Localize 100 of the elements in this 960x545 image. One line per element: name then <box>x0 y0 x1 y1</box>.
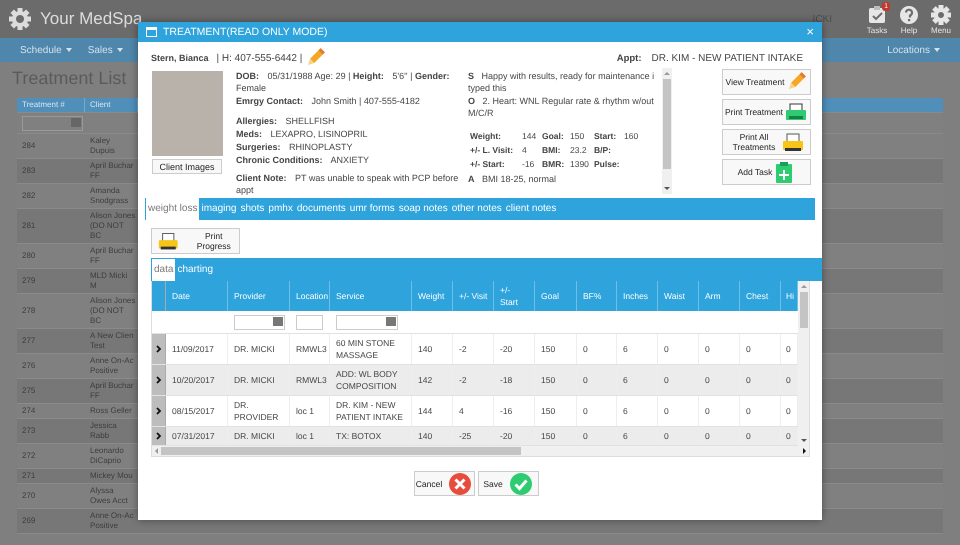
table-cell: 0 <box>699 427 740 445</box>
table-cell: 4 <box>453 396 494 426</box>
close-button[interactable]: × <box>806 25 814 39</box>
expand-button[interactable] <box>152 427 166 445</box>
tab[interactable]: documents <box>294 203 348 220</box>
clipboard-check-icon <box>866 4 888 26</box>
table-cell: loc 1 <box>290 427 330 445</box>
vital-value: -16 <box>522 159 536 171</box>
vital-value: 23.2 <box>570 145 588 157</box>
table-cell: 140 <box>412 427 453 445</box>
print-progress-button[interactable]: Print Progress <box>151 228 240 254</box>
column-header: +/- Start <box>494 281 535 311</box>
tab[interactable]: client notes <box>504 203 558 220</box>
table-cell: 0 <box>699 365 740 395</box>
expand-button[interactable] <box>152 365 166 395</box>
table-cell: 0 <box>658 334 699 364</box>
gear-icon <box>930 4 952 26</box>
table-cell: DR. MICKI <box>228 365 290 395</box>
table-cell: 142 <box>412 365 453 395</box>
vital-label: Weight: <box>470 131 502 143</box>
vital-value: 1390 <box>570 159 590 171</box>
tab[interactable]: pmhx <box>266 203 295 220</box>
filter-field[interactable] <box>336 314 398 330</box>
tab[interactable]: other notes <box>450 203 504 220</box>
table-cell-text: 272 <box>21 450 36 462</box>
table-cell-text: April Buchar FF <box>89 380 135 402</box>
table-cell: -25 <box>453 427 494 445</box>
table-cell-text: Alison Jones (DO NOT BC <box>89 210 136 242</box>
table-cell: 10/20/2017 <box>166 365 228 395</box>
table-cell: 60 MIN STONE MASSAGE <box>330 334 412 364</box>
vital-label: B/P: <box>594 145 612 157</box>
table-cell-text: 281 <box>21 220 36 232</box>
table-cell: DR. PROVIDER <box>228 396 290 426</box>
table-cell: 08/15/2017 <box>166 396 228 426</box>
action-button[interactable]: Add Task <box>722 159 811 185</box>
menu-button[interactable]: Menu <box>930 4 952 34</box>
filter-field[interactable] <box>234 314 285 330</box>
tab[interactable]: umr forms <box>348 203 397 220</box>
filter-field[interactable] <box>22 116 83 130</box>
vital-label: Pulse: <box>594 159 621 171</box>
printer-icon <box>781 132 805 152</box>
appt-value: DR. KIM - NEW PATIENT INTAKE <box>652 52 803 64</box>
action-button[interactable]: Print Treatment <box>722 99 811 125</box>
cancel-button[interactable]: Cancel <box>414 471 474 496</box>
chevron-right-icon <box>156 407 162 415</box>
table-cell: 0 <box>658 396 699 426</box>
tab[interactable]: weight loss <box>146 198 200 220</box>
vital-label: BMI: <box>542 145 562 157</box>
table-cell-text: 283 <box>21 165 36 177</box>
filter-field[interactable] <box>296 314 323 330</box>
column-header: +/- Visit <box>453 281 494 311</box>
tab[interactable]: soap notes <box>396 203 450 220</box>
table-cell: 0 <box>577 396 617 426</box>
patient-detail: Emrgy Contact: John Smith | 407-555-4182 <box>236 95 421 107</box>
vital-value: 144 <box>522 131 538 143</box>
expand-button[interactable] <box>152 334 166 364</box>
tab[interactable]: data <box>152 259 176 281</box>
table-cell-text: Mickey Mou <box>89 470 134 482</box>
scrollbar[interactable] <box>798 281 809 446</box>
app-name: Your MedSpa <box>40 9 142 29</box>
scrollbar[interactable] <box>152 446 809 456</box>
table-cell: 150 <box>535 396 577 426</box>
table-cell-text: 276 <box>21 360 36 372</box>
column-header: Service <box>330 281 412 311</box>
window-icon <box>146 27 157 37</box>
table-cell-text: 278 <box>21 305 36 317</box>
table-cell-text: 271 <box>21 470 36 482</box>
tab[interactable]: charting <box>175 264 216 281</box>
table-cell: 0 <box>658 427 699 445</box>
tab[interactable]: imaging <box>199 203 238 220</box>
table-cell: 0 <box>577 365 617 395</box>
table-cell-text: 277 <box>21 335 36 347</box>
table-cell: 0 <box>699 396 740 426</box>
tab[interactable]: shots <box>238 203 266 220</box>
expand-button[interactable] <box>152 396 166 426</box>
vital-label: +/- L. Visit: <box>470 145 514 157</box>
table-cell-text: Ross Geller <box>89 405 133 417</box>
locations-menu[interactable]: Locations <box>887 44 940 56</box>
soap-note: O 2. Heart: WNL Regular rate & rhythm w/out M/C/R <box>468 95 655 119</box>
patient-phone: | H: 407-555-6442 | <box>216 52 302 64</box>
table-cell: 0 <box>699 334 740 364</box>
table-cell-text: 269 <box>21 515 36 527</box>
medical-detail: Surgeries: RHINOPLASTY <box>236 141 354 153</box>
action-button[interactable]: Print All Treatments <box>722 129 811 155</box>
client-images-button[interactable]: Client Images <box>152 159 222 174</box>
table-cell: 0 <box>740 334 781 364</box>
action-button[interactable]: View Treatment <box>722 69 811 95</box>
scrollbar[interactable] <box>662 68 672 194</box>
table-cell-text: Anne On-Ac Positive <box>89 355 135 377</box>
save-button[interactable]: Save <box>478 471 538 496</box>
column-header: Chest <box>740 281 781 311</box>
chevron-right-icon <box>156 376 162 384</box>
printer-icon <box>784 102 808 122</box>
table-cell-text: 274 <box>21 405 36 417</box>
vital-label: +/- Start: <box>470 159 506 171</box>
table-cell-text: 280 <box>21 250 36 262</box>
help-button[interactable]: Help <box>898 4 920 34</box>
nav-menu[interactable]: Schedule <box>20 44 72 56</box>
table-cell: -20 <box>494 427 535 445</box>
nav-menu[interactable]: Sales <box>88 44 123 56</box>
